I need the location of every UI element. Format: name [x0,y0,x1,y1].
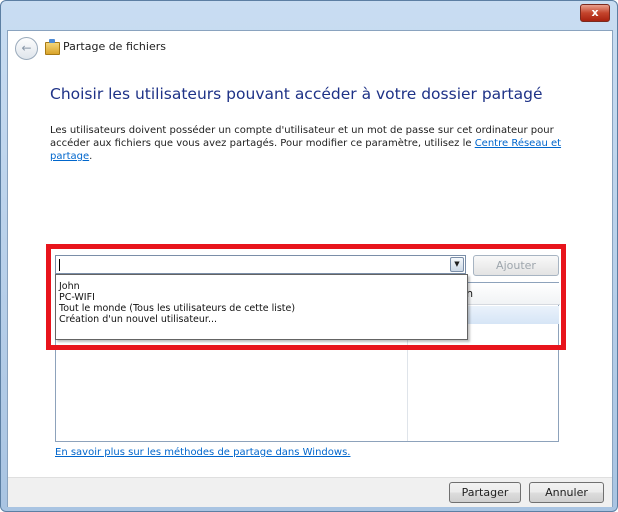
client-area: ← Partage de fichiers Choisir les utilis… [7,30,613,507]
file-sharing-window: x ← Partage de fichiers Choisir les util… [0,0,618,512]
cancel-button[interactable]: Annuler [529,482,604,503]
highlight-frame [46,244,566,350]
page-title: Choisir les utilisateurs pouvant accéder… [50,85,543,103]
description-suffix: . [89,151,93,162]
share-button[interactable]: Partager [449,482,521,503]
learn-more-link[interactable]: En savoir plus sur les méthodes de parta… [55,447,350,458]
description-text: Les utilisateurs doivent posséder un com… [50,124,570,163]
header-title: Partage de fichiers [63,40,166,53]
file-sharing-icon [45,39,60,55]
footer-bar: Partager Annuler [8,477,612,507]
wizard-header: ← Partage de fichiers [8,31,612,64]
close-button[interactable]: x [580,4,610,22]
title-bar: x [1,1,617,31]
back-arrow-icon[interactable]: ← [15,37,38,60]
